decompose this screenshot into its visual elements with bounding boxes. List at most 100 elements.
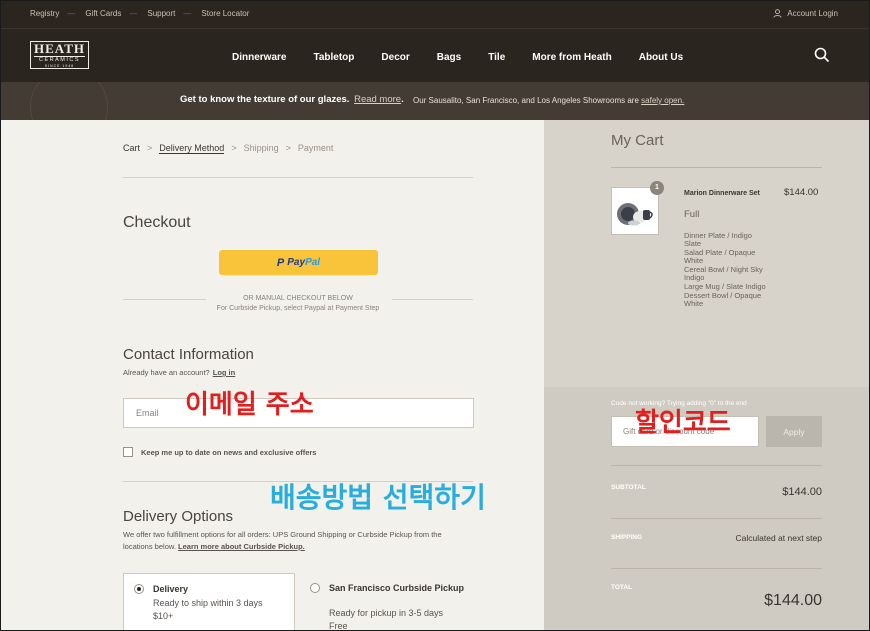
contact-title: Contact Information	[123, 346, 254, 363]
breadcrumb-cart[interactable]: Cart	[123, 143, 140, 154]
option-timing: Ready to ship within 3 days	[153, 598, 263, 608]
total-label: TOTAL	[611, 584, 633, 591]
paypal-p-icon: P	[276, 256, 285, 269]
gift-cards-link[interactable]: Gift Cards	[85, 9, 121, 18]
divider	[611, 465, 822, 466]
paypal-button[interactable]: P Pay Pal	[219, 250, 378, 275]
account-prompt: Already have an account? Log in	[123, 368, 235, 377]
paypal-label-pay: Pay	[287, 257, 306, 268]
discount-code-hint: Code not working? Trying adding "0" to t…	[611, 400, 747, 407]
quantity-badge: 1	[650, 181, 664, 195]
curbside-note: For Curbside Pickup, select Paypal at Pa…	[216, 305, 380, 312]
breadcrumb-separator: >	[285, 143, 291, 153]
nav-item-dinnerware[interactable]: Dinnerware	[232, 52, 286, 63]
nav-item-tabletop[interactable]: Tabletop	[313, 52, 354, 63]
delivery-options-title: Delivery Options	[123, 508, 234, 525]
shipping-value: Calculated at next step	[735, 533, 822, 543]
account-login-link[interactable]: Account Login	[773, 9, 838, 18]
option-timing: Ready for pickup in 3-5 days	[329, 608, 444, 618]
search-icon[interactable]	[814, 47, 830, 63]
logo-wordmark: HEATH	[34, 41, 85, 56]
nav-item-about-us[interactable]: About Us	[639, 52, 683, 63]
product-contents: Dinner Plate / Indigo Slate Salad Plate …	[684, 232, 769, 309]
showrooms-text: Our Sausalito, San Francisco, and Los An…	[413, 96, 639, 105]
divider	[611, 518, 822, 519]
support-link[interactable]: Support	[147, 9, 175, 18]
curbside-radio[interactable]	[310, 583, 320, 593]
store-locator-link[interactable]: Store Locator	[201, 9, 249, 18]
utility-links: Registry — Gift Cards — Support — Store Loc…	[30, 9, 257, 18]
cart-title: My Cart	[611, 132, 664, 149]
logo-since: SINCE 1948	[44, 64, 75, 68]
or-manual-text: OR MANUAL CHECKOUT BELOW	[243, 295, 353, 302]
annotation-delivery-method: 배송방법 선택하기	[270, 481, 486, 514]
subtotal-value: $144.00	[782, 486, 822, 498]
showrooms-message: Our Sausalito, San Francisco, and Los An…	[413, 96, 684, 105]
option-price: Free	[329, 621, 348, 631]
account-login-label: Account Login	[787, 9, 838, 18]
promo-banner: Get to know the texture of our glazes. R…	[0, 82, 870, 120]
breadcrumb-delivery-method[interactable]: Delivery Method	[159, 143, 225, 154]
main-nav: HEATH CERAMICS SINCE 1948 Dinnerware Tab…	[0, 28, 870, 82]
delivery-offer-text: We offer two fulfillment options for all…	[123, 529, 473, 553]
product-price: $144.00	[784, 187, 819, 198]
nav-menu: Dinnerware Tabletop Decor Bags Tile More…	[232, 52, 710, 63]
promo-period: .	[401, 94, 404, 105]
user-icon	[773, 9, 782, 18]
checkout-title: Checkout	[123, 214, 191, 231]
newsletter-checkbox[interactable]	[123, 447, 133, 457]
promo-text: Get to know the texture of our glazes.	[180, 94, 350, 105]
divider	[123, 177, 473, 178]
option-title: Delivery	[153, 584, 189, 594]
manual-checkout-note: OR MANUAL CHECKOUT BELOW For Curbside Pi…	[123, 294, 473, 314]
separator: —	[67, 9, 76, 18]
delivery-option-ship[interactable]: Delivery Ready to ship within 3 days $10…	[123, 573, 295, 631]
separator: —	[183, 9, 192, 18]
delivery-radio[interactable]	[134, 584, 144, 594]
breadcrumb-separator: >	[147, 143, 153, 153]
shipping-label: SHIPPING	[611, 534, 643, 541]
read-more-link[interactable]: Read more	[354, 94, 401, 105]
safely-open-link[interactable]: safely open.	[641, 96, 684, 105]
divider	[611, 568, 822, 569]
login-link[interactable]: Log in	[213, 368, 236, 377]
nav-item-more-from-heath[interactable]: More from Heath	[532, 52, 611, 63]
content-item: Dinner Plate / Indigo Slate	[684, 231, 752, 248]
divider	[611, 167, 822, 168]
breadcrumb-payment: Payment	[297, 143, 334, 153]
subtotal-label: SUBTOTAL	[611, 484, 646, 491]
apply-button[interactable]: Apply	[766, 416, 822, 447]
product-name: Marion Dinnerware Set	[684, 190, 760, 197]
paypal-label-pal: Pal	[305, 257, 321, 268]
separator: —	[129, 9, 138, 18]
cart-panel: My Cart 1 Marion Dinnerware Set Full $14…	[544, 120, 870, 631]
breadcrumb-separator: >	[231, 143, 237, 153]
breadcrumb: Cart > Delivery Method > Shipping > Paym…	[123, 143, 333, 154]
annotation-email: 이메일 주소	[185, 390, 314, 420]
content-item: Cereal Bowl / Night Sky Indigo	[684, 265, 763, 282]
option-title: San Francisco Curbside Pickup	[329, 583, 465, 593]
heath-logo[interactable]: HEATH CERAMICS SINCE 1948	[30, 41, 89, 69]
learn-more-curbside-link[interactable]: Learn more about Curbside Pickup.	[178, 542, 305, 551]
promo-message: Get to know the texture of our glazes. R…	[180, 94, 404, 105]
product-thumbnail	[611, 187, 659, 235]
registry-link[interactable]: Registry	[30, 9, 59, 18]
nav-item-tile[interactable]: Tile	[488, 52, 505, 63]
dinnerware-image	[617, 203, 653, 226]
newsletter-label: Keep me up to date on news and exclusive…	[141, 448, 317, 457]
utility-bar: Registry — Gift Cards — Support — Store Loc…	[0, 0, 870, 28]
content-item: Large Mug / Slate Indigo	[684, 282, 766, 291]
content-item: Dessert Bowl / Opaque White	[684, 291, 762, 308]
nav-item-decor[interactable]: Decor	[381, 52, 409, 63]
checkout-panel: Cart > Delivery Method > Shipping > Paym…	[0, 120, 544, 631]
stamp-decoration	[30, 82, 108, 120]
breadcrumb-shipping: Shipping	[243, 143, 279, 153]
nav-item-bags[interactable]: Bags	[437, 52, 461, 63]
content-item: Salad Plate / Opaque White	[684, 248, 756, 265]
product-variant: Full	[684, 209, 700, 220]
option-price: $10+	[153, 611, 174, 621]
annotation-discount-code: 할인코드	[635, 408, 731, 438]
total-value: $144.00	[764, 592, 822, 609]
delivery-option-curbside[interactable]: San Francisco Curbside Pickup Ready for …	[300, 573, 475, 631]
account-prompt-text: Already have an account?	[123, 368, 210, 377]
